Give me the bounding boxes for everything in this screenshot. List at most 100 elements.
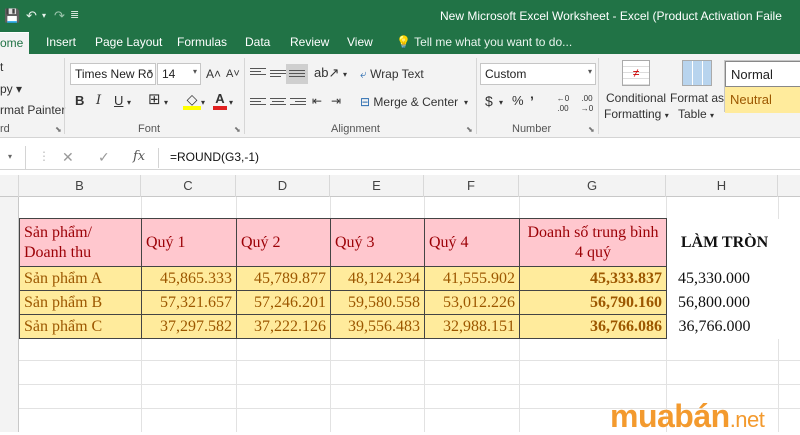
undo-dropdown-icon[interactable]: ▾	[42, 11, 46, 20]
insert-function-icon[interactable]: fx	[133, 149, 145, 164]
tab-formulas[interactable]: Formulas	[177, 35, 227, 49]
tab-review[interactable]: Review	[290, 35, 329, 49]
underline-button[interactable]: U	[114, 92, 123, 112]
decrease-indent-icon[interactable]: ⇤	[312, 92, 322, 112]
chevron-down-icon[interactable]: ▾	[164, 94, 168, 114]
column-header-g[interactable]: G	[519, 175, 666, 197]
cell-average[interactable]: 36,766.086	[519, 314, 667, 339]
bold-button[interactable]: B	[75, 92, 84, 112]
chevron-down-icon[interactable]: ▾	[343, 66, 347, 86]
merge-center-button[interactable]: ⊟ Merge & Center	[360, 95, 458, 109]
column-header-d[interactable]: D	[236, 175, 330, 197]
customize-toolbar-icon[interactable]: ≣	[70, 8, 79, 21]
column-header-e[interactable]: E	[330, 175, 424, 197]
select-all-corner[interactable]	[0, 175, 19, 197]
tab-insert[interactable]: Insert	[46, 35, 76, 49]
increase-indent-icon[interactable]: ⇥	[331, 92, 341, 112]
redo-icon[interactable]: ↷	[54, 8, 65, 24]
italic-button[interactable]: I	[96, 92, 101, 112]
font-launcher-icon[interactable]: ⬊	[234, 125, 241, 134]
chevron-down-icon[interactable]: ▾	[201, 94, 205, 114]
copy-button[interactable]: py ▾	[0, 82, 22, 96]
number-launcher-icon[interactable]: ⬊	[588, 125, 595, 134]
cell-average[interactable]: 56,790.160	[519, 290, 667, 315]
align-right-icon[interactable]	[290, 96, 306, 110]
conditional-formatting-label-2[interactable]: Formatting ▾	[604, 107, 669, 121]
cell-q1[interactable]: 57,321.657	[141, 290, 237, 315]
formula-input[interactable]: =ROUND(G3,-1)	[170, 150, 259, 164]
grow-font-button[interactable]: A˄	[206, 65, 221, 85]
cell-product[interactable]: Sản phẩm B	[19, 290, 142, 315]
cell-q1[interactable]: 45,865.333	[141, 266, 237, 291]
column-header-h[interactable]: H	[666, 175, 778, 197]
tab-data[interactable]: Data	[245, 35, 270, 49]
header-q2[interactable]: Quý 2	[236, 218, 331, 267]
clipboard-launcher-icon[interactable]: ⬊	[55, 125, 62, 134]
cell-q1[interactable]: 37,297.582	[141, 314, 237, 339]
header-round[interactable]: LÀM TRÒN	[666, 218, 779, 267]
cancel-icon[interactable]: ✕	[62, 149, 74, 166]
conditional-formatting-button[interactable]: Conditional	[606, 91, 666, 105]
chevron-down-icon[interactable]: ▾	[499, 94, 503, 114]
font-size-select[interactable]: 14 ▾	[157, 63, 201, 85]
wrap-text-button[interactable]: ⤶ Wrap Text	[360, 67, 424, 82]
decrease-decimal-button[interactable]: .00 →0	[576, 94, 598, 114]
header-q3[interactable]: Quý 3	[330, 218, 425, 267]
chevron-down-icon[interactable]: ▾	[464, 94, 468, 114]
format-as-table-button[interactable]: Format as	[670, 91, 724, 105]
comma-style-button[interactable]: ’	[530, 92, 534, 112]
alignment-launcher-icon[interactable]: ⬊	[466, 125, 473, 134]
cell-q3[interactable]: 48,124.234	[330, 266, 425, 291]
cell-round[interactable]: 45,330.000	[666, 266, 779, 291]
font-color-icon[interactable]: A	[213, 90, 227, 110]
column-header-f[interactable]: F	[424, 175, 519, 197]
format-painter-button[interactable]: rmat Painter	[0, 103, 65, 117]
undo-icon[interactable]: ↶	[26, 8, 37, 24]
align-top-icon[interactable]	[250, 66, 266, 80]
cell-product[interactable]: Sản phẩm C	[19, 314, 142, 339]
tab-home[interactable]: ome	[0, 32, 30, 54]
column-header-c[interactable]: C	[141, 175, 236, 197]
shrink-font-button[interactable]: A˅	[226, 65, 240, 85]
format-as-table-label-2[interactable]: Table ▾	[678, 107, 714, 121]
cell-q4[interactable]: 32,988.151	[424, 314, 520, 339]
save-icon[interactable]: 💾	[4, 8, 20, 24]
fill-color-icon[interactable]: ◇	[183, 90, 201, 110]
cell-q2[interactable]: 37,222.126	[236, 314, 331, 339]
style-normal[interactable]: Normal	[725, 61, 800, 87]
tell-me-search[interactable]: 💡 Tell me what you want to do...	[396, 35, 572, 49]
align-middle-icon[interactable]	[270, 68, 286, 82]
cell-round[interactable]: 36,766.000	[666, 314, 779, 339]
align-left-icon[interactable]	[250, 96, 266, 110]
cell-q2[interactable]: 45,789.877	[236, 266, 331, 291]
style-neutral[interactable]: Neutral	[725, 87, 800, 113]
cell-q4[interactable]: 41,555.902	[424, 266, 520, 291]
tab-page-layout[interactable]: Page Layout	[95, 35, 162, 49]
cut-button[interactable]: t	[0, 60, 3, 74]
header-average[interactable]: Doanh số trung bình 4 quý	[519, 218, 667, 267]
chevron-down-icon[interactable]: ▾	[127, 94, 131, 114]
orientation-icon[interactable]: ab↗	[314, 64, 339, 84]
cell-q3[interactable]: 39,556.483	[330, 314, 425, 339]
header-product[interactable]: Sản phẩm/ Doanh thu	[19, 218, 142, 267]
borders-icon[interactable]: ⊞	[148, 91, 161, 111]
currency-button[interactable]: $	[485, 92, 493, 112]
percent-button[interactable]: %	[512, 92, 524, 112]
align-center-icon[interactable]	[270, 96, 286, 110]
cell-q4[interactable]: 53,012.226	[424, 290, 520, 315]
cell-round[interactable]: 56,800.000	[666, 290, 779, 315]
column-header-b[interactable]: B	[19, 175, 141, 197]
enter-icon[interactable]: ✓	[98, 149, 110, 166]
tab-view[interactable]: View	[347, 35, 373, 49]
chevron-down-icon[interactable]: ▾	[229, 94, 233, 114]
font-name-select[interactable]: Times New Ro ▾	[70, 63, 156, 85]
header-q1[interactable]: Quý 1	[141, 218, 237, 267]
header-q4[interactable]: Quý 4	[424, 218, 520, 267]
cell-q3[interactable]: 59,580.558	[330, 290, 425, 315]
align-bottom-icon[interactable]	[286, 64, 308, 84]
name-box[interactable]: ▾	[0, 146, 26, 169]
number-format-select[interactable]: Custom ▾	[480, 63, 596, 85]
increase-decimal-button[interactable]: ←0.00	[550, 94, 576, 114]
cell-product[interactable]: Sản phẩm A	[19, 266, 142, 291]
cell-q2[interactable]: 57,246.201	[236, 290, 331, 315]
